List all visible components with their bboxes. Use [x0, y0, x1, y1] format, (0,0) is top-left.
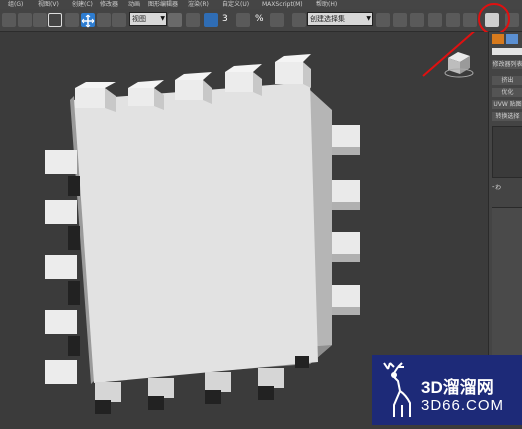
named-selection-dropdown[interactable]: 创建选择集: [307, 12, 373, 26]
modifier-list-dropdown[interactable]: 修改器列表: [492, 60, 522, 69]
highlight-circle: [478, 3, 510, 35]
viewcube-icon: [444, 52, 474, 78]
menu-item-animation[interactable]: 动画: [128, 0, 140, 9]
view-dropdown[interactable]: 视图: [129, 12, 167, 26]
menu-item-rendering[interactable]: 渲染(R): [188, 0, 209, 9]
menu-bar: 组(G) 视图(V) 创建(C) 修改器 动画 图形编辑器 渲染(R) 自定义(…: [0, 0, 522, 9]
pin-stack-icon[interactable]: -ゎ: [492, 182, 502, 192]
convert-selection-button[interactable]: 转换选择: [492, 112, 522, 121]
menu-item-help[interactable]: 帮助(H): [316, 0, 337, 9]
menu-item-group[interactable]: 组(G): [8, 0, 23, 9]
rotate-icon[interactable]: [97, 13, 111, 27]
pivot-icon[interactable]: [168, 13, 182, 27]
main-toolbar: 视图 3 % 创建选择集: [0, 9, 522, 32]
graphite-icon[interactable]: [428, 13, 442, 27]
scale-icon[interactable]: [112, 13, 126, 27]
mirror-icon[interactable]: [376, 13, 390, 27]
object-name-field[interactable]: [492, 48, 522, 55]
watermark-logo: 3D溜溜网 3D66.COM: [372, 355, 522, 425]
menu-item-maxscript[interactable]: MAXScript(M): [262, 0, 303, 9]
menu-item-modifiers[interactable]: 修改器: [100, 0, 118, 9]
select-name-icon[interactable]: [18, 13, 32, 27]
edit-named-selection-icon[interactable]: [292, 13, 306, 27]
move-icon[interactable]: [81, 13, 95, 28]
watermark-url: 3D66.COM: [421, 397, 505, 414]
layer-icon[interactable]: [410, 13, 424, 27]
modifier-stack[interactable]: [492, 126, 522, 178]
snap-icon[interactable]: 3: [222, 14, 234, 30]
window-crossing-icon[interactable]: [48, 13, 62, 27]
menu-item-create[interactable]: 创建(C): [72, 0, 93, 9]
curve-editor-icon[interactable]: [446, 13, 460, 27]
percent-snap-icon[interactable]: %: [255, 14, 267, 30]
menu-item-view[interactable]: 视图(V): [38, 0, 59, 9]
align-icon[interactable]: [393, 13, 407, 27]
window-icon[interactable]: [65, 13, 79, 27]
select-region-icon[interactable]: [33, 13, 47, 27]
link-icon[interactable]: [186, 13, 200, 27]
angle-snap-icon[interactable]: [236, 13, 250, 27]
deer-logo-icon: [383, 362, 411, 417]
optimize-button[interactable]: 优化: [492, 88, 522, 97]
select-icon[interactable]: [2, 13, 16, 27]
schematic-icon[interactable]: [463, 13, 477, 27]
watermark-title: 3D溜溜网: [421, 378, 494, 397]
create-tab-icon[interactable]: [492, 34, 504, 44]
modify-tab-icon[interactable]: [506, 34, 518, 44]
uvw-map-button[interactable]: UVW 贴图: [492, 100, 522, 109]
spinner-snap-icon[interactable]: [270, 13, 284, 27]
select-manipulate-icon[interactable]: [204, 13, 218, 27]
menu-item-graph-editors[interactable]: 图形编辑器: [148, 0, 178, 9]
extrude-button[interactable]: 挤出: [492, 76, 522, 85]
menu-item-customize[interactable]: 自定义(U): [222, 0, 249, 9]
extruded-plate-object: [45, 54, 360, 414]
